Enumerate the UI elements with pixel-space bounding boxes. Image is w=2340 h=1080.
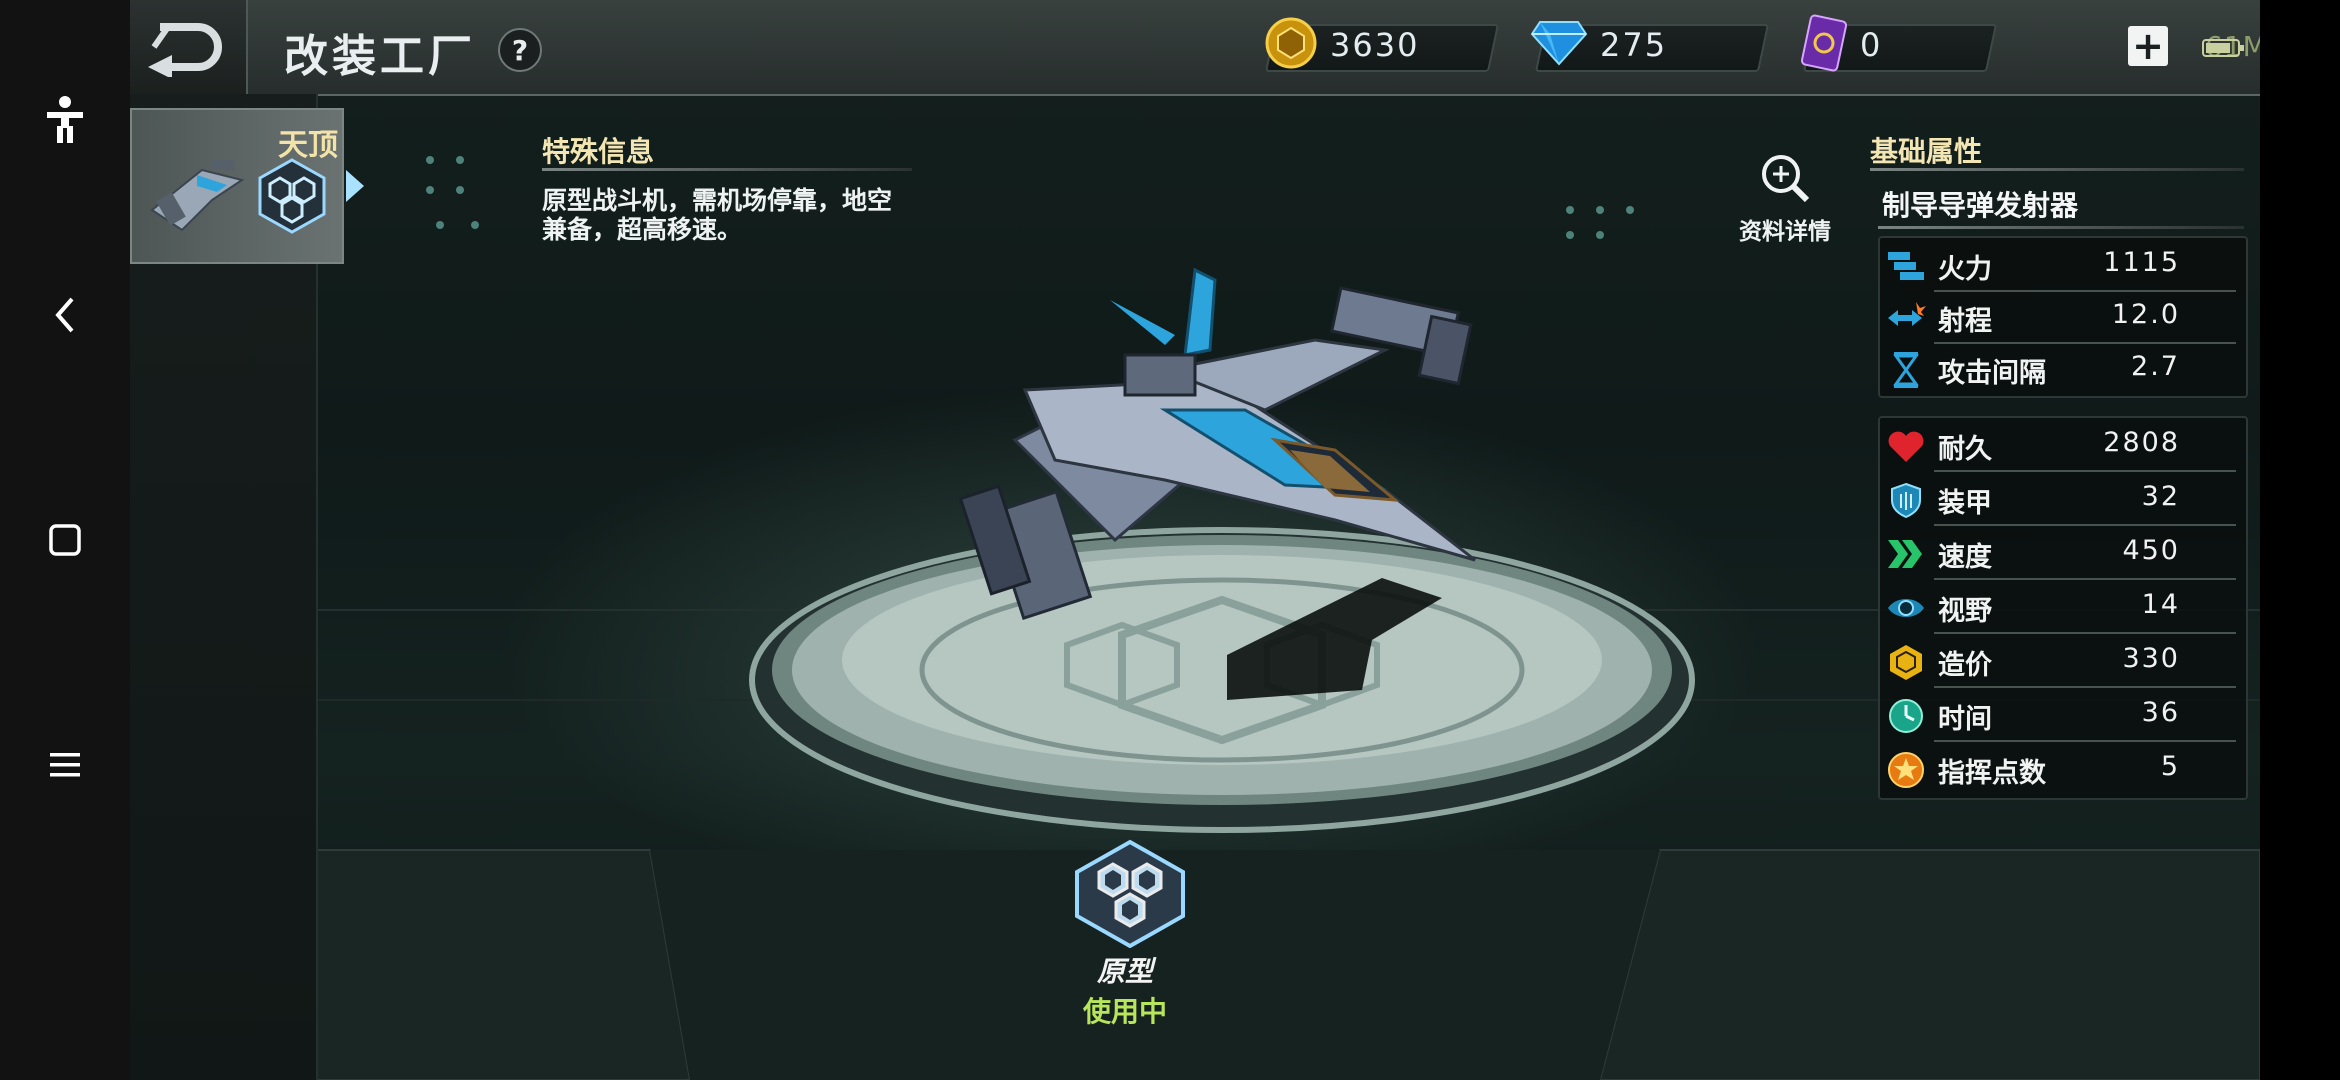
stat-row-speed: 速度 450: [1880, 526, 2246, 580]
variant-status: 使用中: [1082, 995, 1167, 1028]
zoom-in-icon: [1762, 155, 1810, 203]
special-info-divider: [542, 168, 912, 171]
unit-list-panel: 天顶: [130, 94, 364, 1080]
android-nav-bar: [0, 0, 130, 1080]
attributes-panel: 制导导弹发射器 火力 1115 射程 12.0 攻击间隔 2.7 耐久 2808…: [1870, 180, 2248, 810]
detail-button[interactable]: 资料详情: [1730, 150, 1840, 246]
plus-icon: +: [2132, 24, 2164, 68]
page-title: 改装工厂: [284, 31, 476, 82]
shield-icon: [1891, 482, 1921, 519]
stat-row-vision: 视野 14: [1880, 580, 2246, 634]
unit-card-selected[interactable]: 天顶: [130, 108, 344, 264]
stat-label: 视野: [1938, 596, 1992, 627]
square-icon: [49, 524, 81, 556]
help-button[interactable]: ?: [498, 28, 542, 72]
accessibility-button[interactable]: [0, 70, 130, 170]
stat-row-cost: 造价 330: [1880, 634, 2246, 688]
variant-hexagon-icon[interactable]: [1065, 838, 1195, 948]
speed-chevron-icon: [1888, 540, 1922, 568]
hexagon-module-icon: [258, 158, 326, 234]
fighter-jet-model: [958, 267, 1476, 621]
stat-value: 2808: [2103, 427, 2180, 458]
command-star-icon: [1888, 752, 1924, 788]
stat-label: 指挥点数: [1938, 758, 2046, 789]
battery-icon: [2202, 39, 2244, 57]
stat-label: 速度: [1938, 542, 1992, 573]
stat-value: 12.0: [2111, 299, 2180, 330]
chevron-left-icon: [55, 297, 74, 333]
range-icon: [1888, 302, 1926, 326]
clock-icon: [1889, 699, 1923, 733]
stat-row-armor: 装甲 32: [1880, 472, 2246, 526]
stat-value: 32: [2141, 481, 2180, 512]
detail-button-label: 资料详情: [1739, 219, 1831, 245]
stat-label: 时间: [1938, 704, 1992, 735]
stat-value: 36: [2141, 697, 2180, 728]
weapon-divider: [1878, 226, 2244, 229]
eye-icon: [1888, 599, 1924, 617]
back-arrow-icon: [148, 23, 222, 77]
purple-card-icon: [1800, 14, 1848, 72]
stat-label: 耐久: [1938, 434, 1992, 465]
stat-value: 14: [2141, 589, 2180, 620]
top-bar: 改装工厂 ? 3630 275 0 + 61MS: [130, 0, 2260, 96]
stat-row-durability: 耐久 2808: [1880, 418, 2246, 472]
stat-value: 450: [2122, 535, 2180, 566]
gold-coin-icon: [1265, 17, 1317, 69]
stat-row-firepower: 火力 1115: [1880, 238, 2246, 292]
special-info-heading: 特殊信息: [542, 135, 655, 168]
firepower-icon: [1888, 252, 1924, 280]
nav-home-button[interactable]: [0, 490, 130, 590]
screen-edge: [2260, 0, 2340, 1080]
game-scene: 改装工厂 ? 3630 275 0 + 61MS: [130, 0, 2260, 1080]
stat-label: 装甲: [1938, 488, 1992, 519]
add-button[interactable]: +: [2128, 26, 2168, 66]
heart-icon: [1888, 431, 1924, 462]
accessibility-icon: [47, 96, 83, 143]
stat-value: 2.7: [2131, 351, 2180, 382]
weapon-stats-group: 火力 1115 射程 12.0 攻击间隔 2.7: [1878, 236, 2248, 398]
unit-stats-group: 耐久 2808 装甲 32 速度 450 视野 14 造价 330 时间 36 …: [1878, 416, 2248, 800]
attributes-divider: [1870, 168, 2244, 171]
menu-icon: [50, 753, 80, 777]
stat-row-time: 时间 36: [1880, 688, 2246, 742]
diamond-icon: [1530, 21, 1588, 66]
stat-value: 5: [2160, 751, 2180, 782]
variant-name: 原型: [1096, 955, 1153, 988]
special-info-description: 原型战斗机，需机场停靠，地空兼备，超高移速。: [542, 186, 893, 244]
stat-value: 330: [2122, 643, 2180, 674]
cost-cube-icon: [1890, 645, 1922, 680]
stat-row-attack-interval: 攻击间隔 2.7: [1880, 342, 2246, 396]
hourglass-icon: [1893, 352, 1919, 388]
stat-label: 射程: [1938, 306, 1992, 337]
stat-value: 1115: [2103, 247, 2180, 278]
stat-row-command-points: 指挥点数 5: [1880, 742, 2246, 796]
nav-menu-button[interactable]: [0, 715, 130, 815]
gold-value: 3630: [1330, 26, 1420, 64]
stat-label: 攻击间隔: [1938, 358, 2046, 389]
weapon-name: 制导导弹发射器: [1882, 189, 2079, 222]
card-value: 0: [1860, 26, 1883, 64]
stat-row-range: 射程 12.0: [1880, 290, 2246, 344]
diamond-value: 275: [1600, 26, 1668, 64]
attributes-heading: 基础属性: [1870, 135, 1983, 168]
back-button[interactable]: [130, 0, 248, 94]
expand-arrow-icon[interactable]: [342, 166, 368, 206]
stat-label: 造价: [1938, 650, 1992, 681]
unit-thumbnail-icon: [150, 160, 245, 232]
stat-label: 火力: [1938, 254, 1992, 285]
nav-back-button[interactable]: [0, 265, 130, 365]
